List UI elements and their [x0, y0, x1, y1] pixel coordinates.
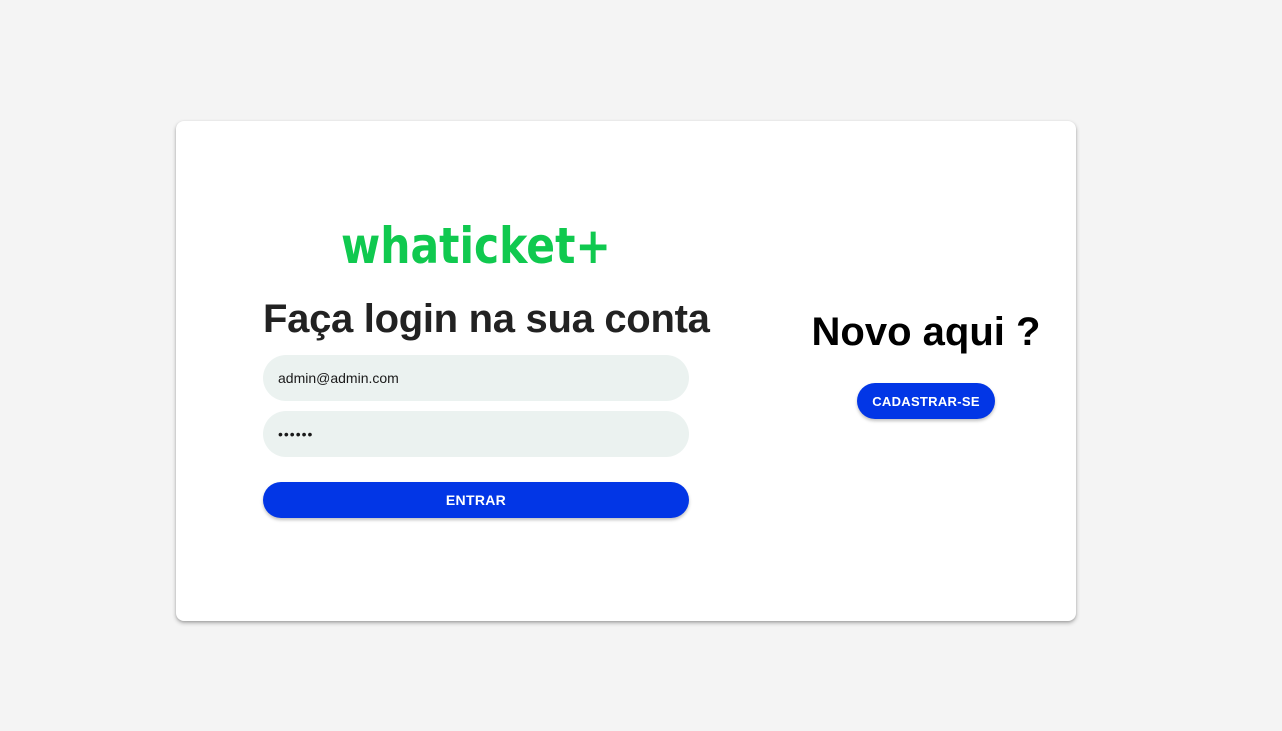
new-here-title: Novo aqui ? — [811, 310, 1041, 354]
signup-button[interactable]: CADASTRAR-SE — [857, 383, 995, 419]
email-field[interactable] — [263, 355, 689, 401]
svg-text:whaticket+: whaticket+ — [341, 219, 611, 271]
enter-button[interactable]: ENTRAR — [263, 482, 689, 518]
whaticket-logo: whaticket+ — [341, 219, 611, 271]
login-title: Faça login na sua conta — [263, 297, 710, 341]
login-card: whaticket+ Faça login na sua conta ENTRA… — [176, 121, 1076, 621]
password-field[interactable] — [263, 411, 689, 457]
